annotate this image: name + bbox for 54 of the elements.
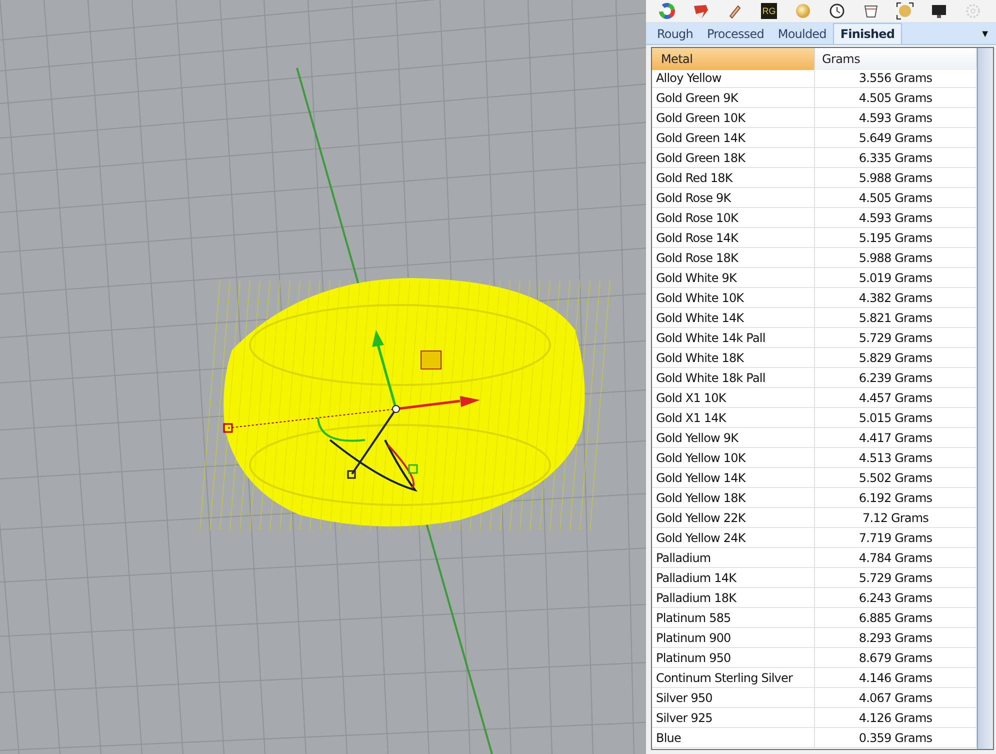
table-cell: Gold Green 10K (652, 108, 815, 128)
table-cell: Palladium 14K (652, 568, 815, 588)
table-cell: Gold Yellow 14K (652, 468, 815, 488)
column-header[interactable]: Metal (652, 48, 815, 70)
monitor-icon (931, 3, 947, 19)
tab[interactable]: Finished (833, 23, 902, 44)
table-cell: Silver 925 (652, 708, 815, 728)
table-cell: Palladium (652, 548, 815, 568)
3d-viewport[interactable] (0, 0, 646, 754)
table-cell: Blue (652, 728, 815, 748)
table-cell: Gold Rose 14K (652, 228, 815, 248)
table-cell: Gold Rose 18K (652, 248, 815, 268)
table-cell: Gold Green 14K (652, 128, 815, 148)
table-cell: Gold White 18k Pall (652, 368, 815, 388)
toolbar-button[interactable]: RG (752, 0, 786, 22)
table-cell: Gold Rose 9K (652, 188, 815, 208)
table-cell: Gold X1 14K (652, 408, 815, 428)
tab[interactable]: Rough (650, 23, 700, 44)
tabs-menu-button[interactable]: ▼ (974, 29, 996, 44)
table-cell: Gold Red 18K (652, 168, 815, 188)
table-cell: Gold Yellow 18K (652, 488, 815, 508)
table-cell: Gold White 18K (652, 348, 815, 368)
table-cell: Gold Green 9K (652, 88, 815, 108)
settings-icon (965, 3, 981, 19)
table-cell: Gold X1 10K (652, 388, 815, 408)
table-cell: Continum Sterling Silver (652, 668, 815, 688)
table-cell: Gold Green 18K (652, 148, 815, 168)
table-cell: Platinum 900 (652, 628, 815, 648)
table-cell: Platinum 950 (652, 648, 815, 668)
clock-icon (829, 3, 845, 19)
table-cell: Gold White 14k Pall (652, 328, 815, 348)
table-cell: Platinum 585 (652, 608, 815, 628)
rg-logo-icon: RG (761, 3, 777, 19)
table-cell: Gold Yellow 9K (652, 428, 815, 448)
column-header[interactable]: Grams (815, 48, 977, 70)
tab[interactable]: Moulded (770, 23, 834, 44)
table-cell: Gold Yellow 10K (652, 448, 815, 468)
table-cell: Alloy Yellow (652, 68, 815, 88)
table-cell: Gold Yellow 22K (652, 508, 815, 528)
cup-icon (863, 3, 879, 19)
tab[interactable]: Processed (700, 23, 771, 44)
scrollbar[interactable] (977, 48, 993, 749)
table-cell: Gold White 14K (652, 308, 815, 328)
framed-sphere-icon (896, 2, 914, 20)
table-cell: Gold White 10K (652, 288, 815, 308)
table-cell: Gold Yellow 24K (652, 528, 815, 548)
table-cell: Silver 950 (652, 688, 815, 708)
sphere-icon (795, 3, 811, 19)
color-wheel-icon (659, 3, 675, 19)
table-cell: Gold White 9K (652, 268, 815, 288)
shield-icon (693, 3, 709, 19)
brush-icon (727, 3, 743, 19)
table-cell: Palladium 18K (652, 588, 815, 608)
table-cell: Gold Rose 10K (652, 208, 815, 228)
